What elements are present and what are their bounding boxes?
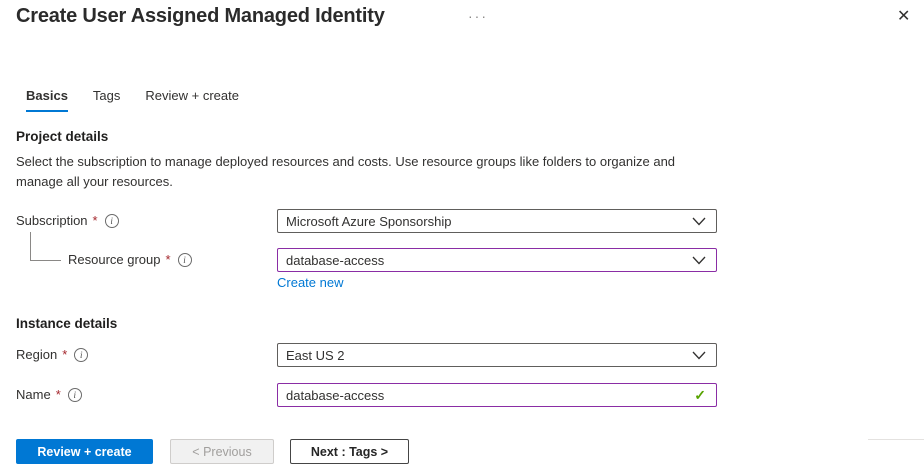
- required-asterisk: *: [166, 252, 171, 267]
- close-icon[interactable]: ✕: [897, 8, 910, 26]
- name-label-text: Name: [16, 387, 51, 402]
- info-icon[interactable]: i: [178, 253, 192, 267]
- more-options-icon[interactable]: ···: [468, 8, 488, 24]
- tab-basics[interactable]: Basics: [26, 88, 68, 112]
- required-asterisk: *: [62, 347, 67, 362]
- region-label: Region * i: [16, 347, 88, 362]
- resource-group-dropdown[interactable]: database-access: [277, 248, 717, 272]
- instance-details-heading: Instance details: [16, 316, 117, 331]
- name-field: ✓: [277, 383, 717, 407]
- subscription-value: Microsoft Azure Sponsorship: [286, 214, 684, 229]
- name-input[interactable]: [286, 385, 694, 405]
- resource-group-tree-connector: [30, 232, 61, 261]
- info-icon[interactable]: i: [74, 348, 88, 362]
- review-create-button[interactable]: Review + create: [16, 439, 153, 464]
- region-dropdown[interactable]: East US 2: [277, 343, 717, 367]
- required-asterisk: *: [93, 213, 98, 228]
- next-tags-button[interactable]: Next : Tags >: [290, 439, 409, 464]
- create-new-link[interactable]: Create new: [277, 275, 343, 290]
- subscription-label-text: Subscription: [16, 213, 88, 228]
- previous-button[interactable]: < Previous: [170, 439, 274, 464]
- tab-review-create[interactable]: Review + create: [145, 88, 239, 112]
- resource-group-label-text: Resource group: [68, 252, 161, 267]
- resource-group-value: database-access: [286, 253, 684, 268]
- footer-divider: [868, 439, 924, 440]
- resource-group-label: Resource group * i: [68, 252, 192, 267]
- subscription-label: Subscription * i: [16, 213, 119, 228]
- chevron-down-icon: [692, 351, 706, 360]
- project-details-heading: Project details: [16, 129, 108, 144]
- info-icon[interactable]: i: [105, 214, 119, 228]
- tab-tags[interactable]: Tags: [93, 88, 120, 112]
- project-details-description: Select the subscription to manage deploy…: [16, 152, 694, 192]
- valid-check-icon: ✓: [694, 387, 706, 404]
- page-title: Create User Assigned Managed Identity: [16, 5, 385, 28]
- name-label: Name * i: [16, 387, 82, 402]
- chevron-down-icon: [692, 217, 706, 226]
- tab-bar: Basics Tags Review + create: [26, 88, 264, 112]
- required-asterisk: *: [56, 387, 61, 402]
- chevron-down-icon: [692, 256, 706, 265]
- region-label-text: Region: [16, 347, 57, 362]
- subscription-dropdown[interactable]: Microsoft Azure Sponsorship: [277, 209, 717, 233]
- info-icon[interactable]: i: [68, 388, 82, 402]
- region-value: East US 2: [286, 348, 684, 363]
